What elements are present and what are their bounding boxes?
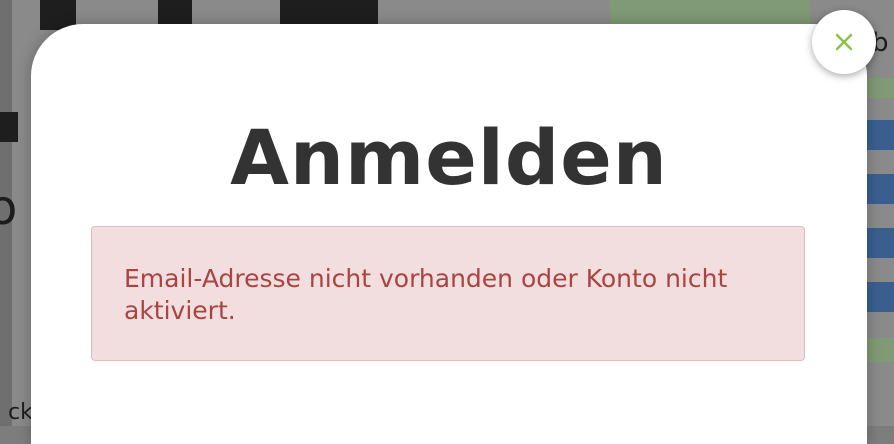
modal-title: Anmelden xyxy=(230,113,668,202)
backdrop-green-bar xyxy=(866,78,894,98)
close-button[interactable] xyxy=(812,10,876,74)
backdrop-blue-bar xyxy=(866,174,894,204)
backdrop-dark-block xyxy=(0,112,18,142)
error-alert: Email-Adresse nicht vorhanden oder Konto… xyxy=(91,226,805,361)
error-alert-message: Email-Adresse nicht vorhanden oder Konto… xyxy=(124,264,728,325)
backdrop-blue-bar xyxy=(866,282,894,312)
backdrop-text: o xyxy=(0,180,18,236)
backdrop-green-bar xyxy=(866,338,894,362)
backdrop-text: ck xyxy=(8,400,33,425)
close-icon xyxy=(835,33,853,51)
backdrop-green-bar xyxy=(610,0,810,26)
login-modal: Anmelden Email-Adresse nicht vorhanden o… xyxy=(31,24,867,444)
backdrop-blue-bar xyxy=(866,228,894,258)
backdrop-blue-bar xyxy=(866,120,894,150)
